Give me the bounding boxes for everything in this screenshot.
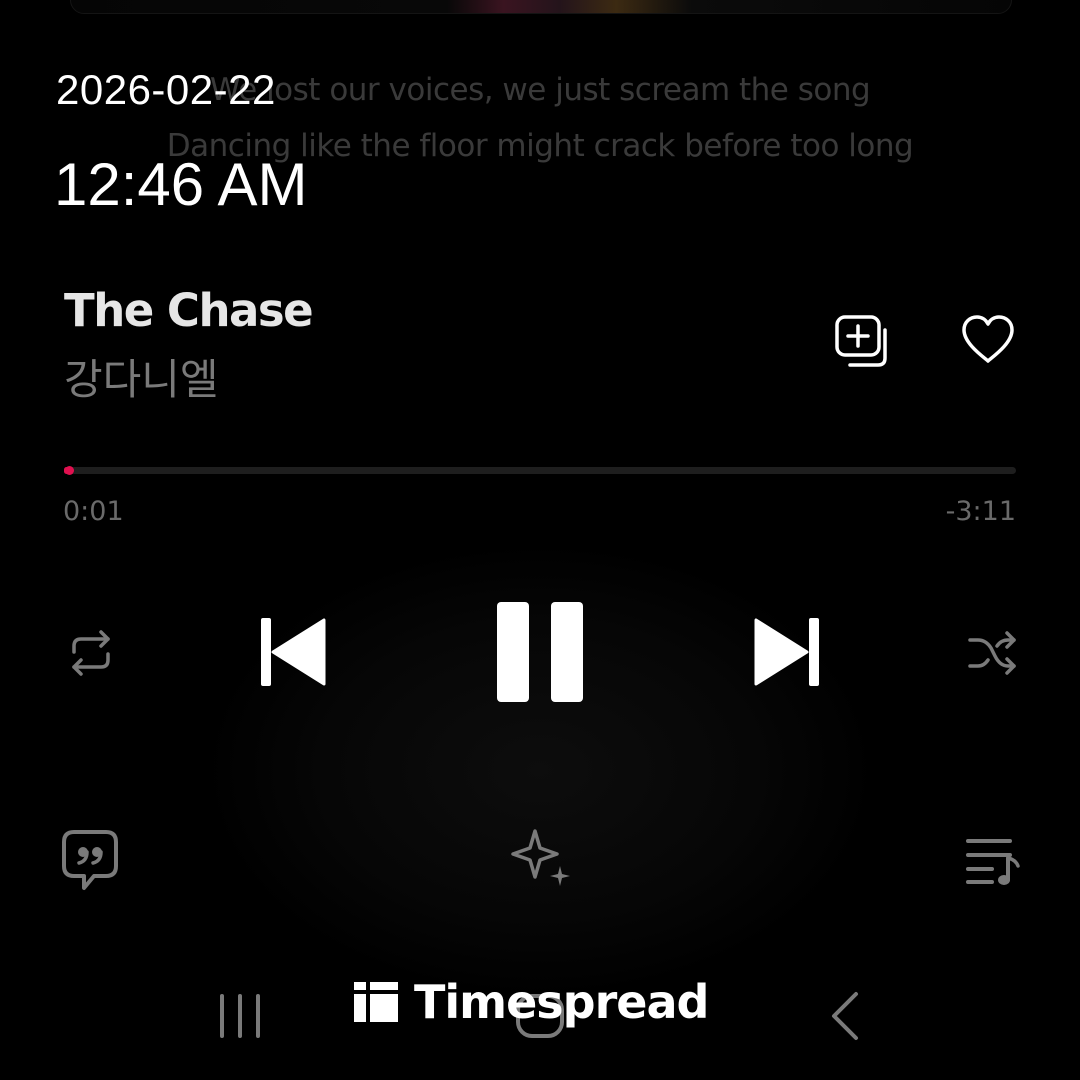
album-art <box>70 0 1012 14</box>
watermark-logo-icon <box>354 982 398 1022</box>
skip-previous-icon[interactable] <box>258 616 328 688</box>
overlay-time: 12:46 AM <box>54 151 308 218</box>
heart-icon[interactable] <box>960 314 1016 366</box>
track-title: The Chase <box>64 284 314 337</box>
back-icon[interactable] <box>826 990 866 1042</box>
remaining-time: -3:11 <box>945 496 1016 527</box>
skip-next-icon[interactable] <box>752 616 822 688</box>
lyrics-quote-icon[interactable] <box>60 828 120 894</box>
add-to-playlist-icon[interactable] <box>834 314 892 370</box>
queue-music-icon[interactable] <box>964 836 1022 886</box>
seek-bar-thumb[interactable] <box>64 466 74 475</box>
repeat-icon[interactable] <box>64 626 118 680</box>
seek-bar[interactable] <box>64 466 1016 475</box>
elapsed-time: 0:01 <box>63 496 124 527</box>
shuffle-icon[interactable] <box>964 626 1020 680</box>
track-artist[interactable]: 강다니엘 <box>64 346 219 407</box>
pause-icon[interactable] <box>494 600 586 704</box>
watermark-text: Timespread <box>414 975 709 1029</box>
overlay-date: 2026-02-22 <box>56 66 276 113</box>
watermark: Timespread <box>354 975 709 1029</box>
recents-icon[interactable] <box>214 994 266 1038</box>
sparkle-icon[interactable] <box>508 828 574 890</box>
